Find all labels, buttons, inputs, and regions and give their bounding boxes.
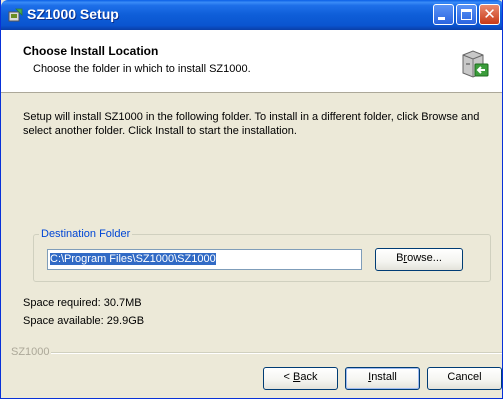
footer-brand: SZ1000 [11,346,50,358]
page-title: Choose Install Location [23,44,159,58]
destination-path-text: C:\Program Files\SZ1000\SZ1000 [50,253,216,265]
title-bar[interactable]: SZ1000 Setup ✕ [1,0,502,30]
cancel-button[interactable]: Cancel [427,367,502,390]
setup-window: SZ1000 Setup ✕ Choose Install Location C… [0,0,503,399]
intro-text: Setup will install SZ1000 in the followi… [23,111,480,137]
install-button[interactable]: Install [345,367,420,390]
minimize-button[interactable] [433,4,454,25]
space-required: Space required: 30.7MB [23,297,142,309]
back-label-rest: ack [300,371,318,383]
window-title: SZ1000 Setup [27,6,119,22]
destination-path-input[interactable]: C:\Program Files\SZ1000\SZ1000 [47,249,362,270]
setup-app-icon [8,8,23,22]
maximize-button[interactable] [456,4,477,25]
space-available: Space available: 29.9GB [23,315,145,327]
page-subtitle: Choose the folder in which to install SZ… [33,63,251,75]
back-label-prefix: < [283,371,293,383]
close-icon: ✕ [483,6,496,23]
browse-button[interactable]: Browse... [375,248,463,271]
destination-group-label: Destination Folder [39,228,133,240]
install-computer-icon [462,50,489,78]
footer-divider [51,352,502,354]
page-header: Choose Install Location Choose the folde… [1,30,502,93]
browse-label-rest: owse... [407,252,442,264]
close-button[interactable]: ✕ [479,4,500,25]
back-button[interactable]: < Back [263,367,338,390]
install-label-rest: nstall [371,371,397,383]
